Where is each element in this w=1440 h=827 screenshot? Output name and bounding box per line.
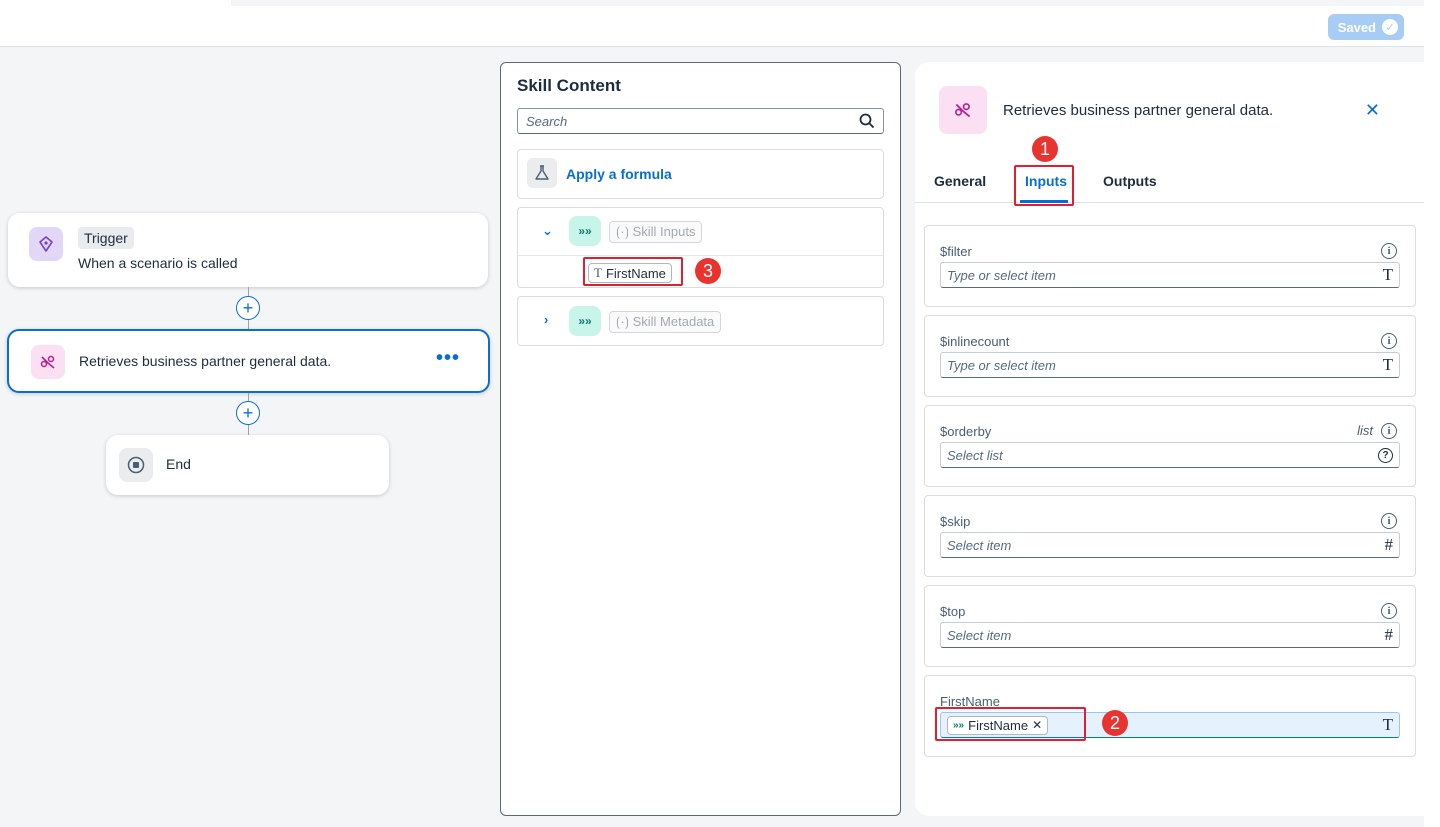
top-tab-strip <box>0 0 231 7</box>
skill-metadata-label[interactable]: ⟮·⟯ Skill Metadata <box>609 311 722 333</box>
annotation-badge-3: 3 <box>695 258 721 284</box>
field-label: $filter <box>940 244 972 259</box>
skill-variables-icon: »» <box>569 306 601 336</box>
field-label: $top <box>940 604 966 619</box>
skill-content-panel: Skill Content Apply a formula ⌄ »» ⟮·⟯ S… <box>500 62 901 816</box>
text-type-icon[interactable]: T <box>1383 265 1393 285</box>
apply-formula-card[interactable]: Apply a formula <box>517 149 884 199</box>
step-details-panel: Retrieves business partner general data.… <box>915 62 1424 816</box>
orderby-input-box[interactable]: ? <box>940 442 1400 468</box>
saved-status-button[interactable]: Saved ✓ <box>1327 14 1404 40</box>
saved-label: Saved <box>1337 19 1376 35</box>
top-input-box[interactable]: # <box>940 622 1400 648</box>
text-type-icon[interactable]: T <box>1383 715 1393 735</box>
close-icon[interactable]: ✕ <box>1365 100 1380 121</box>
annotation-highlight-3 <box>583 257 683 286</box>
add-step-button[interactable]: + <box>236 401 260 425</box>
checkmark-icon: ✓ <box>1382 19 1398 35</box>
stop-icon <box>119 448 153 482</box>
annotation-badge-2: 2 <box>1102 710 1128 736</box>
question-circle-icon[interactable]: ? <box>1378 447 1393 463</box>
skill-search-field[interactable] <box>517 108 884 134</box>
skill-inputs-label[interactable]: ⟮·⟯ Skill Inputs <box>609 221 703 243</box>
field-label: $inlinecount <box>940 334 1010 349</box>
chevron-right-icon[interactable]: › <box>544 312 548 327</box>
trigger-node[interactable]: Trigger When a scenario is called <box>8 213 488 287</box>
info-icon[interactable]: i <box>1381 423 1397 439</box>
number-type-icon[interactable]: # <box>1385 535 1394 555</box>
add-step-button[interactable]: + <box>236 296 260 320</box>
tab-outputs[interactable]: Outputs <box>1103 173 1157 189</box>
top-toolbar: Saved ✓ <box>0 6 1424 47</box>
more-options-button[interactable]: ••• <box>436 347 460 370</box>
divider <box>518 255 883 256</box>
info-icon[interactable]: i <box>1381 513 1397 529</box>
filter-input[interactable] <box>947 267 1383 283</box>
skill-metadata-text: Skill Metadata <box>632 314 715 329</box>
info-icon[interactable]: i <box>1381 603 1397 619</box>
inlinecount-input[interactable] <box>947 357 1383 373</box>
details-tabs: General Inputs Outputs <box>915 170 1424 203</box>
skill-search-input[interactable] <box>526 113 859 129</box>
input-field-skip: $skip i # <box>924 495 1416 577</box>
action-link-icon <box>939 86 987 134</box>
end-node[interactable]: End <box>106 435 389 495</box>
braces-icon: ⟮·⟯ <box>616 224 633 239</box>
skip-input[interactable] <box>947 537 1385 553</box>
number-type-icon[interactable]: # <box>1385 625 1394 645</box>
trigger-diamond-icon <box>29 227 63 261</box>
skill-metadata-group: › »» ⟮·⟯ Skill Metadata <box>517 296 884 346</box>
annotation-badge-1: 1 <box>1032 136 1058 162</box>
skill-content-title: Skill Content <box>517 76 621 95</box>
info-icon[interactable]: i <box>1381 243 1397 259</box>
field-label: $skip <box>940 514 971 529</box>
end-label: End <box>166 456 191 472</box>
apply-formula-link[interactable]: Apply a formula <box>566 166 672 182</box>
inlinecount-input-box[interactable]: T <box>940 352 1400 378</box>
page-scrollbar[interactable] <box>1424 0 1440 827</box>
orderby-input[interactable] <box>947 447 1378 463</box>
input-field-filter: $filter i T <box>924 225 1416 307</box>
skill-inputs-text: Skill Inputs <box>632 224 696 239</box>
tab-general[interactable]: General <box>934 173 986 189</box>
chevron-down-icon[interactable]: ⌄ <box>542 223 553 239</box>
field-label: $orderby <box>940 424 992 439</box>
braces-icon: ⟮·⟯ <box>616 314 633 329</box>
input-field-orderby: $orderby list i ? <box>924 405 1416 487</box>
annotation-highlight-2 <box>935 707 1086 741</box>
skill-variables-icon: »» <box>569 216 601 246</box>
info-icon[interactable]: i <box>1381 333 1397 349</box>
trigger-subtitle: When a scenario is called <box>78 255 238 271</box>
action-step-label: Retrieves business partner general data. <box>79 353 332 369</box>
annotation-highlight-1 <box>1014 165 1074 206</box>
search-icon[interactable] <box>859 113 875 129</box>
top-input[interactable] <box>947 627 1385 643</box>
text-type-icon[interactable]: T <box>1383 355 1393 375</box>
skip-input-box[interactable]: # <box>940 532 1400 558</box>
input-field-inlinecount: $inlinecount i T <box>924 315 1416 397</box>
filter-input-box[interactable]: T <box>940 262 1400 288</box>
flask-icon <box>527 158 557 188</box>
panel-title: Retrieves business partner general data. <box>1003 102 1274 119</box>
trigger-tag: Trigger <box>78 227 134 249</box>
list-hint: list <box>1357 423 1373 438</box>
action-step-node[interactable]: Retrieves business partner general data.… <box>7 329 490 393</box>
action-link-icon <box>31 345 65 379</box>
input-field-top: $top i # <box>924 585 1416 667</box>
